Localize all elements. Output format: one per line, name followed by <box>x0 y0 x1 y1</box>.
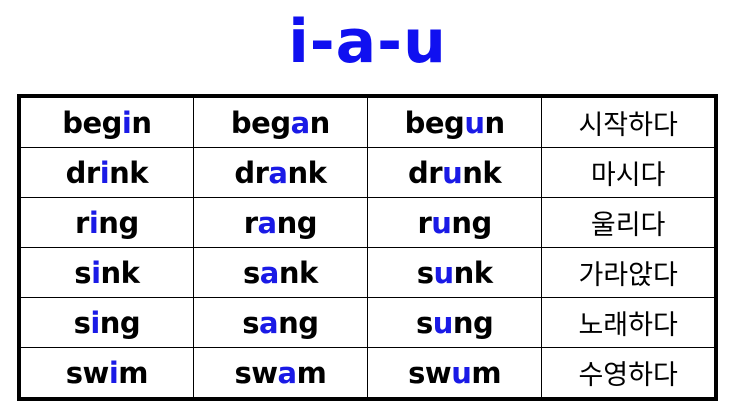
present-form-cell: begin <box>18 95 194 148</box>
vowel-highlight: i <box>121 105 132 140</box>
participle-form-cell: drunk <box>366 147 543 198</box>
participle-form-cell: rung <box>366 197 543 248</box>
vowel-highlight: i <box>88 205 99 240</box>
vowel-highlight: u <box>433 255 454 290</box>
present-form-cell: sing <box>18 297 194 348</box>
past-form-cell: drank <box>192 147 369 198</box>
participle-form-cell: swum <box>366 347 543 400</box>
vowel-highlight: u <box>432 305 454 340</box>
past-form-cell: sank <box>192 247 369 298</box>
vowel-highlight: i <box>90 305 100 340</box>
vowel-highlight: i <box>99 155 110 190</box>
meaning-cell: 수영하다 <box>541 347 717 400</box>
present-form-cell: sink <box>18 247 194 298</box>
participle-form-cell: sunk <box>366 247 543 298</box>
vowel-highlight: a <box>257 205 278 240</box>
vowel-highlight: u <box>464 105 485 140</box>
meaning-cell: 시작하다 <box>541 95 717 148</box>
present-form-cell: swim <box>18 347 194 400</box>
vowel-highlight: a <box>259 305 279 340</box>
table-row: drink drank drunk 마시다 <box>18 147 717 198</box>
vowel-highlight: a <box>290 105 311 140</box>
table-row: ring rang rung 울리다 <box>18 197 717 248</box>
past-form-cell: sang <box>192 297 369 348</box>
table-row: sing sang sung 노래하다 <box>18 297 717 348</box>
meaning-cell: 노래하다 <box>541 297 717 348</box>
past-form-cell: rang <box>192 197 369 248</box>
table-row: sink sank sunk 가라앉다 <box>18 247 717 298</box>
present-form-cell: ring <box>18 197 194 248</box>
past-form-cell: swam <box>192 347 369 400</box>
meaning-cell: 울리다 <box>541 197 717 248</box>
table-row: begin began begun 시작하다 <box>18 95 717 148</box>
vowel-highlight: u <box>431 205 452 240</box>
meaning-cell: 가라앉다 <box>541 247 717 298</box>
present-form-cell: drink <box>18 147 194 198</box>
vowel-highlight: u <box>442 155 463 190</box>
vowel-highlight: a <box>259 255 280 290</box>
vowel-highlight: a <box>277 355 298 390</box>
past-form-cell: began <box>192 95 369 148</box>
meaning-cell: 마시다 <box>541 147 717 198</box>
vowel-highlight: i <box>108 355 119 390</box>
page-title: i-a-u <box>288 7 447 77</box>
vowel-highlight: i <box>91 255 101 290</box>
vowel-highlight: u <box>451 355 472 390</box>
participle-form-cell: sung <box>366 297 543 348</box>
table-row: swim swam swum 수영하다 <box>18 347 717 400</box>
vowel-highlight: a <box>268 155 288 190</box>
verb-table: begin began begun 시작하다 drink drank drunk… <box>17 94 718 401</box>
participle-form-cell: begun <box>366 95 543 148</box>
